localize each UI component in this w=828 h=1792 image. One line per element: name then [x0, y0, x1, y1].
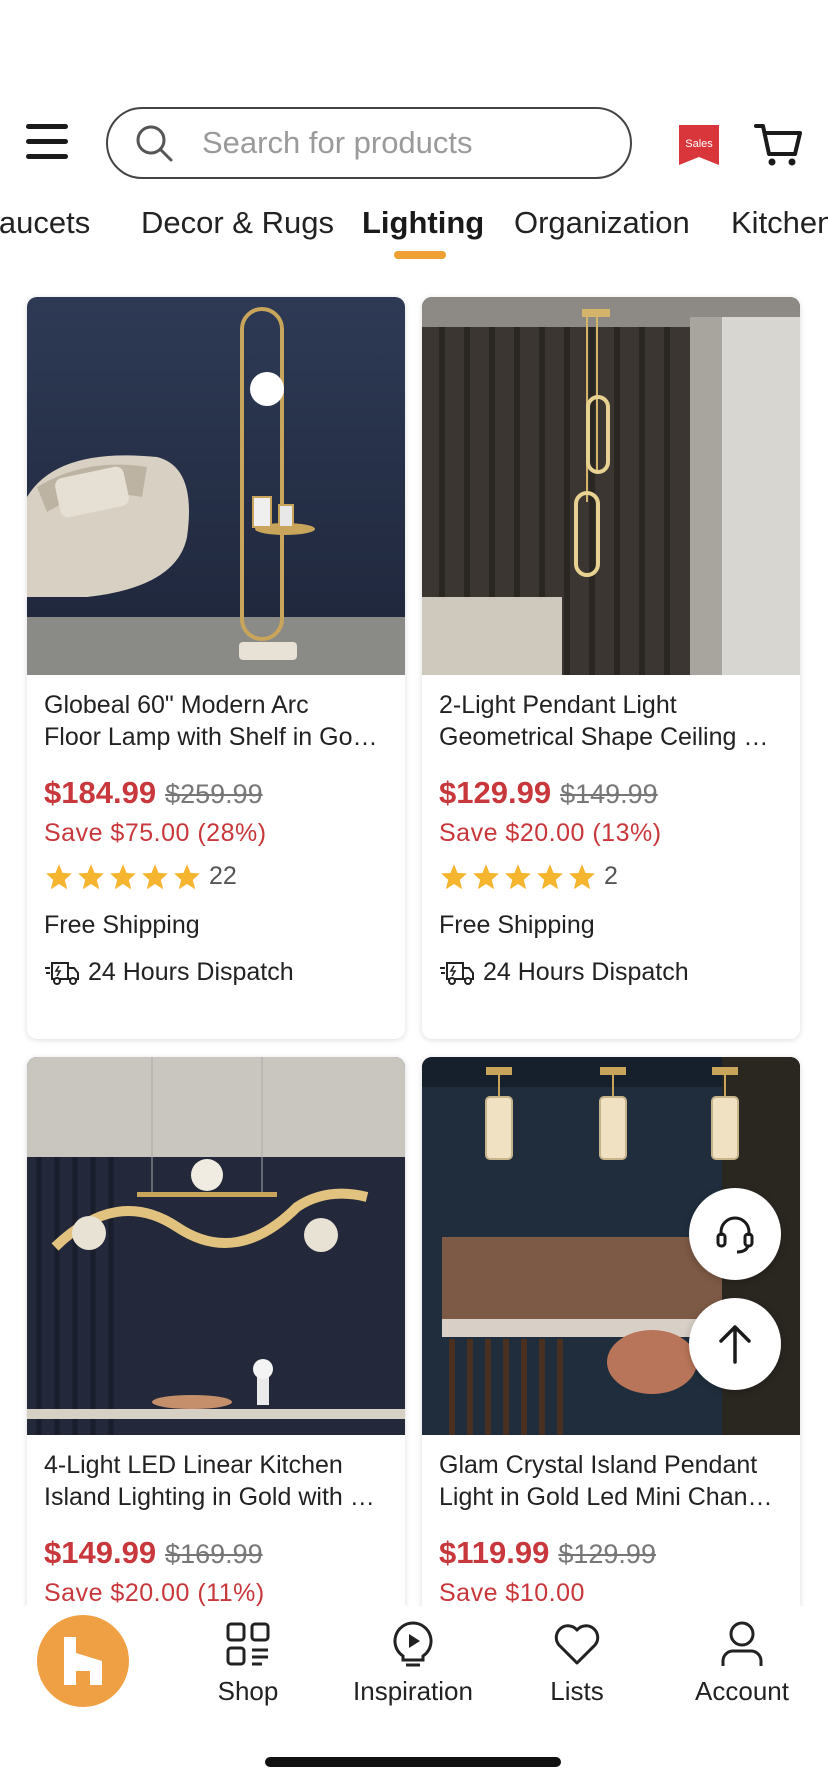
tab-faucets[interactable]: Faucets: [0, 205, 90, 241]
nav-inspiration[interactable]: Inspiration: [343, 1620, 483, 1707]
savings-text: Save $75.00 (28%): [44, 819, 267, 847]
dispatch-info: 24 Hours Dispatch: [44, 958, 405, 987]
product-image: [27, 1057, 405, 1435]
tab-kitchen[interactable]: Kitchen: [731, 205, 828, 241]
savings-text: Save $20.00 (11%): [44, 1579, 265, 1607]
lightbulb-play-icon: [393, 1621, 433, 1667]
original-price: $169.99: [165, 1539, 263, 1569]
star-icon: [78, 863, 104, 889]
product-image: [422, 297, 800, 675]
star-icon: [537, 863, 563, 889]
star-icon: [441, 863, 467, 889]
star-icon: [142, 863, 168, 889]
tab-lighting[interactable]: Lighting: [362, 205, 484, 241]
rating: 22: [44, 862, 405, 891]
star-icon: [473, 863, 499, 889]
fast-truck-icon: [45, 961, 79, 985]
product-card[interactable]: 2-Light Pendant Light Geometrical Shape …: [422, 297, 800, 1039]
home-indicator: [265, 1757, 561, 1767]
sale-price: $149.99: [44, 1535, 157, 1570]
sales-tag-icon[interactable]: Sales: [677, 123, 721, 167]
star-icon: [174, 863, 200, 889]
houzz-logo-icon: [64, 1637, 102, 1685]
shipping-info: Free Shipping: [44, 911, 200, 939]
search-input[interactable]: [202, 125, 602, 161]
nav-account[interactable]: Account: [672, 1620, 812, 1707]
savings-text: Save $10.00: [439, 1579, 585, 1607]
price-row: $149.99 $169.99: [44, 1535, 405, 1571]
home-logo-button[interactable]: [37, 1615, 129, 1707]
product-card[interactable]: 4-Light LED Linear Kitchen Island Lighti…: [27, 1057, 405, 1617]
headset-icon: [716, 1216, 754, 1254]
hamburger-menu-icon[interactable]: [26, 124, 68, 160]
nav-lists[interactable]: Lists: [507, 1620, 647, 1707]
price-row: $184.99 $259.99: [44, 775, 405, 811]
star-icon: [505, 863, 531, 889]
star-icon: [110, 863, 136, 889]
nav-inspiration-label: Inspiration: [353, 1676, 473, 1706]
nav-account-label: Account: [695, 1676, 789, 1706]
active-tab-indicator: [394, 251, 446, 259]
price-row: $119.99 $129.99: [439, 1535, 800, 1571]
grid-list-icon: [226, 1622, 270, 1666]
tab-organization[interactable]: Organization: [514, 205, 690, 241]
nav-shop-label: Shop: [217, 1676, 279, 1706]
price-row: $129.99 $149.99: [439, 775, 800, 811]
product-title: Globeal 60" Modern Arc Floor Lamp with S…: [44, 691, 378, 751]
shipping-info: Free Shipping: [439, 911, 595, 939]
sale-price: $129.99: [439, 775, 552, 810]
person-icon: [721, 1621, 763, 1666]
svg-text:Sales: Sales: [685, 138, 713, 150]
top-header: Sales: [0, 106, 828, 180]
arrow-up-icon: [719, 1325, 751, 1364]
original-price: $149.99: [560, 779, 658, 809]
product-title: Glam Crystal Island Pendant Light in Gol…: [439, 1451, 773, 1511]
review-count: 22: [209, 862, 237, 890]
search-icon: [136, 125, 173, 162]
nav-shop[interactable]: Shop: [178, 1620, 318, 1707]
fast-truck-icon: [440, 961, 474, 985]
sale-price: $119.99: [439, 1535, 550, 1570]
star-icon: [46, 863, 72, 889]
original-price: $259.99: [165, 779, 263, 809]
scroll-to-top-button[interactable]: [689, 1298, 781, 1390]
product-image: [27, 297, 405, 675]
dispatch-info: 24 Hours Dispatch: [439, 958, 800, 987]
review-count: 2: [604, 862, 618, 890]
rating: 2: [439, 862, 800, 891]
tab-decor-rugs[interactable]: Decor & Rugs: [141, 205, 334, 241]
heart-icon: [554, 1624, 600, 1665]
product-card[interactable]: Globeal 60" Modern Arc Floor Lamp with S…: [27, 297, 405, 1039]
product-title: 2-Light Pendant Light Geometrical Shape …: [439, 691, 769, 751]
savings-text: Save $20.00 (13%): [439, 819, 662, 847]
nav-lists-label: Lists: [550, 1676, 604, 1706]
cart-icon[interactable]: [754, 120, 802, 168]
customer-support-button[interactable]: [689, 1188, 781, 1280]
category-tabs: Faucets Decor & Rugs Lighting Organizati…: [0, 205, 828, 261]
search-bar[interactable]: [106, 107, 632, 179]
product-title: 4-Light LED Linear Kitchen Island Lighti…: [44, 1451, 375, 1511]
original-price: $129.99: [558, 1539, 656, 1569]
sale-price: $184.99: [44, 775, 157, 810]
star-icon: [569, 863, 595, 889]
